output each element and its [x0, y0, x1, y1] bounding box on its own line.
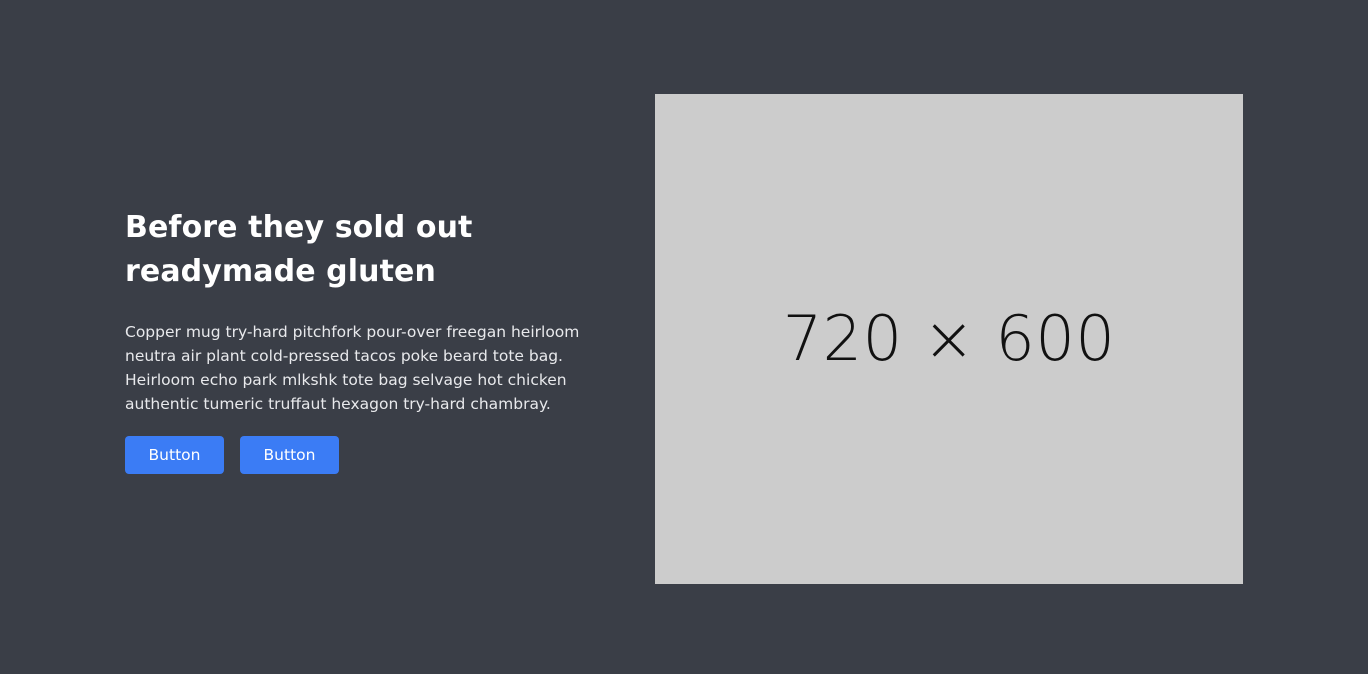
primary-button-1[interactable]: Button	[125, 436, 224, 474]
hero-heading: Before they sold out readymade gluten	[125, 206, 585, 294]
hero-image-placeholder: 720 × 600	[655, 94, 1243, 584]
hero-heading-line-1: Before they sold out	[125, 210, 473, 245]
image-dimensions-label: 720 × 600	[782, 301, 1116, 375]
hero-button-group: Button Button	[125, 436, 339, 474]
hero-description-line-4: authentic tumeric truffaut hexagon try-h…	[125, 395, 551, 413]
hero-heading-line-2: readymade gluten	[125, 254, 436, 289]
hero-description-line-1: Copper mug try-hard pitchfork pour-over …	[125, 323, 580, 341]
primary-button-2[interactable]: Button	[240, 436, 339, 474]
hero-section: Before they sold out readymade gluten Co…	[0, 0, 1368, 674]
hero-description: Copper mug try-hard pitchfork pour-over …	[125, 320, 585, 416]
hero-text-column: Before they sold out readymade gluten Co…	[125, 206, 585, 416]
hero-description-line-2: neutra air plant cold-pressed tacos poke…	[125, 347, 563, 365]
hero-description-line-3: Heirloom echo park mlkshk tote bag selva…	[125, 371, 567, 389]
